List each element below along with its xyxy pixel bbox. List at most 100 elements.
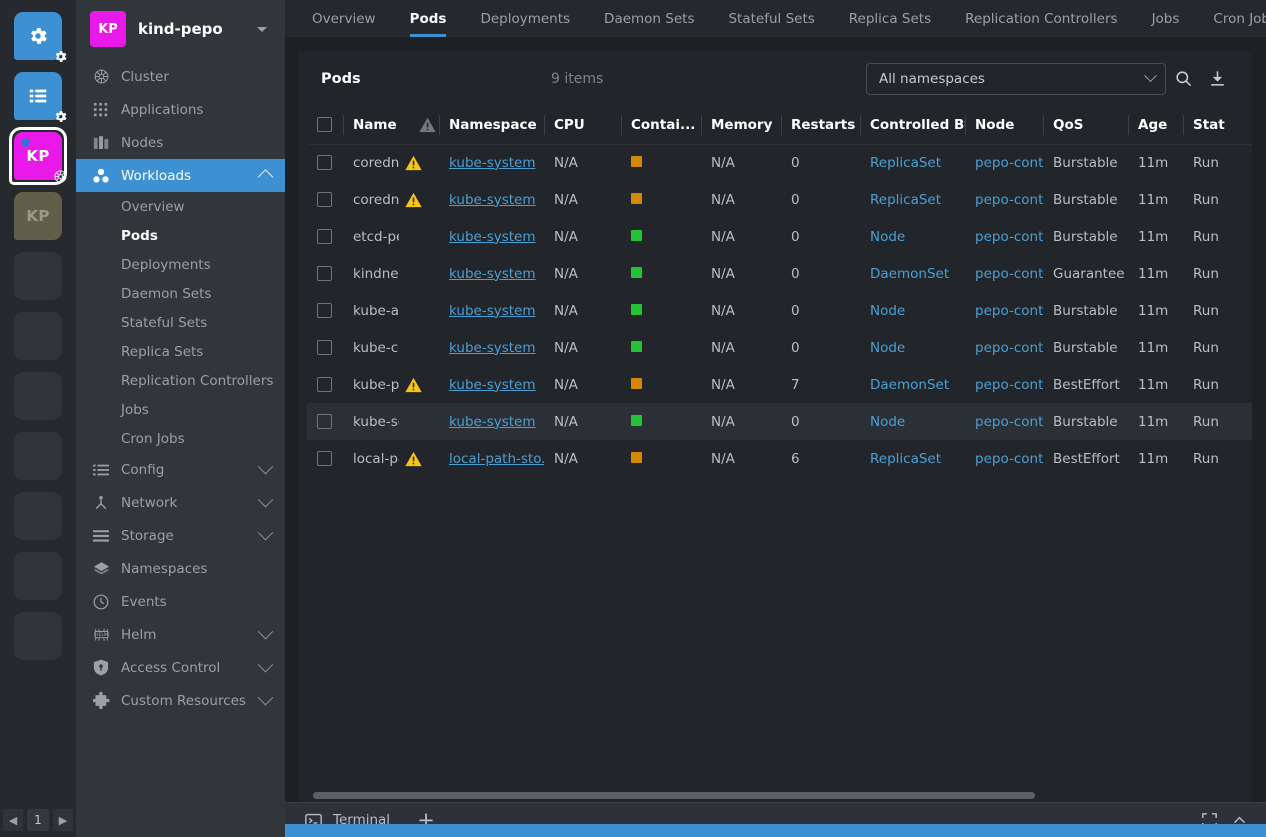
namespace-select[interactable]: All namespaces <box>866 63 1166 95</box>
row-checkbox[interactable] <box>317 192 332 207</box>
tab-replica-sets[interactable]: Replica Sets <box>832 0 948 37</box>
select-all-checkbox[interactable] <box>317 117 332 132</box>
column-header-controlled-by[interactable]: Controlled By <box>860 106 965 144</box>
namespace-link[interactable]: kube-system <box>449 340 536 356</box>
column-header-qos[interactable]: QoS <box>1043 106 1128 144</box>
namespace-link[interactable]: kube-system <box>449 414 536 430</box>
empty-tile-5[interactable] <box>14 492 62 540</box>
tab-deployments[interactable]: Deployments <box>463 0 587 37</box>
tab-daemon-sets[interactable]: Daemon Sets <box>587 0 711 37</box>
container-status-indicator[interactable] <box>631 415 642 426</box>
table-row[interactable]: etcd-pekube-systemN/AN/A0Nodepepo-contBu… <box>307 218 1252 255</box>
horizontal-scrollbar[interactable] <box>313 788 1238 802</box>
column-header-name[interactable]: Name <box>343 106 439 144</box>
empty-tile-2[interactable] <box>14 312 62 360</box>
column-header-checkbox[interactable] <box>307 106 343 144</box>
column-header-status[interactable]: Stat <box>1183 106 1252 144</box>
chevron-down-icon[interactable] <box>258 690 274 706</box>
sidebar-subitem-jobs[interactable]: Jobs <box>76 395 285 424</box>
node-link[interactable]: pepo-cont <box>975 229 1043 245</box>
sidebar-subitem-cron-jobs[interactable]: Cron Jobs <box>76 424 285 453</box>
tab-jobs[interactable]: Jobs <box>1135 0 1197 37</box>
tab-stateful-sets[interactable]: Stateful Sets <box>711 0 831 37</box>
controlled-by-link[interactable]: DaemonSet <box>870 377 949 393</box>
table-row[interactable]: kube-sckube-systemN/AN/A0Nodepepo-contBu… <box>307 403 1252 440</box>
container-status-indicator[interactable] <box>631 304 642 315</box>
scrollbar-track[interactable] <box>313 792 1238 799</box>
chevron-down-icon[interactable] <box>258 525 274 541</box>
container-status-indicator[interactable] <box>631 230 642 241</box>
row-checkbox[interactable] <box>317 451 332 466</box>
sidebar-subitem-replica-sets[interactable]: Replica Sets <box>76 337 285 366</box>
sidebar-subitem-pods[interactable]: Pods <box>76 221 285 250</box>
controlled-by-link[interactable]: ReplicaSet <box>870 451 941 467</box>
sidebar-subitem-overview[interactable]: Overview <box>76 192 285 221</box>
chevron-down-icon[interactable] <box>258 492 274 508</box>
cell-pod-name[interactable]: etcd-pe <box>343 218 439 255</box>
gear-icon[interactable] <box>52 108 69 125</box>
sidebar-subitem-replication-controllers[interactable]: Replication Controllers <box>76 366 285 395</box>
scrollbar-thumb[interactable] <box>313 792 1035 799</box>
row-checkbox[interactable] <box>317 377 332 392</box>
empty-tile-4[interactable] <box>14 432 62 480</box>
controlled-by-link[interactable]: Node <box>870 414 905 430</box>
table-row[interactable]: kindnetkube-systemN/AN/A0DaemonSetpepo-c… <box>307 255 1252 292</box>
container-status-indicator[interactable] <box>631 378 642 389</box>
row-checkbox[interactable] <box>317 340 332 355</box>
kubernetes-icon[interactable] <box>52 168 69 185</box>
sidebar-item-nodes[interactable]: Nodes <box>76 126 285 159</box>
namespace-link[interactable]: local-path-sto... <box>449 451 544 467</box>
row-checkbox[interactable] <box>317 155 332 170</box>
cluster-tile-kp-inactive[interactable]: KP <box>14 192 62 240</box>
warning-icon[interactable] <box>405 377 421 393</box>
warning-icon[interactable] <box>419 117 435 133</box>
row-checkbox[interactable] <box>317 414 332 429</box>
cell-pod-name[interactable]: kube-sc <box>343 403 439 440</box>
namespace-link[interactable]: kube-system <box>449 155 536 171</box>
cell-pod-name[interactable]: local-pa <box>343 440 439 477</box>
rail-next-button[interactable]: ▶ <box>53 809 73 831</box>
column-header-namespace[interactable]: Namespace <box>439 106 544 144</box>
empty-tile-7[interactable] <box>14 612 62 660</box>
empty-tile-1[interactable] <box>14 252 62 300</box>
cell-pod-name[interactable]: kube-pr <box>343 366 439 403</box>
node-link[interactable]: pepo-cont <box>975 266 1043 282</box>
node-link[interactable]: pepo-cont <box>975 340 1043 356</box>
row-checkbox[interactable] <box>317 229 332 244</box>
controlled-by-link[interactable]: Node <box>870 303 905 319</box>
chevron-down-icon[interactable] <box>258 624 274 640</box>
catalog-tile[interactable] <box>14 72 62 120</box>
rail-page-number[interactable]: 1 <box>27 809 49 831</box>
namespace-link[interactable]: kube-system <box>449 303 536 319</box>
sidebar-item-workloads[interactable]: Workloads <box>76 159 285 192</box>
sidebar-item-config[interactable]: Config <box>76 453 285 486</box>
node-link[interactable]: pepo-cont <box>975 414 1043 430</box>
namespace-link[interactable]: kube-system <box>449 266 536 282</box>
tab-replication-controllers[interactable]: Replication Controllers <box>948 0 1134 37</box>
sidebar-subitem-deployments[interactable]: Deployments <box>76 250 285 279</box>
sidebar-item-storage[interactable]: Storage <box>76 519 285 552</box>
tab-cron-jobs[interactable]: Cron Jobs <box>1196 0 1266 37</box>
cell-pod-name[interactable]: coredns <box>343 181 439 218</box>
warning-icon[interactable] <box>405 451 421 467</box>
sidebar-subitem-daemon-sets[interactable]: Daemon Sets <box>76 279 285 308</box>
table-row[interactable]: corednskube-systemN/AN/A0ReplicaSetpepo-… <box>307 144 1252 181</box>
container-status-indicator[interactable] <box>631 341 642 352</box>
chevron-up-icon[interactable] <box>258 169 274 185</box>
chevron-down-icon[interactable] <box>258 657 274 673</box>
search-icon[interactable] <box>1166 63 1200 95</box>
namespace-link[interactable]: kube-system <box>449 229 536 245</box>
node-link[interactable]: pepo-cont <box>975 451 1043 467</box>
namespace-link[interactable]: kube-system <box>449 192 536 208</box>
column-header-restarts[interactable]: Restarts <box>781 106 860 144</box>
sidebar-item-events[interactable]: Events <box>76 585 285 618</box>
tab-overview[interactable]: Overview <box>295 0 393 37</box>
tab-pods[interactable]: Pods <box>393 0 464 37</box>
container-status-indicator[interactable] <box>631 267 642 278</box>
node-link[interactable]: pepo-cont <box>975 155 1043 171</box>
warning-icon[interactable] <box>405 155 421 171</box>
column-header-age[interactable]: Age <box>1128 106 1183 144</box>
controlled-by-link[interactable]: DaemonSet <box>870 266 949 282</box>
node-link[interactable]: pepo-cont <box>975 377 1043 393</box>
cluster-tile-kind-pepo[interactable]: KP <box>14 132 62 180</box>
